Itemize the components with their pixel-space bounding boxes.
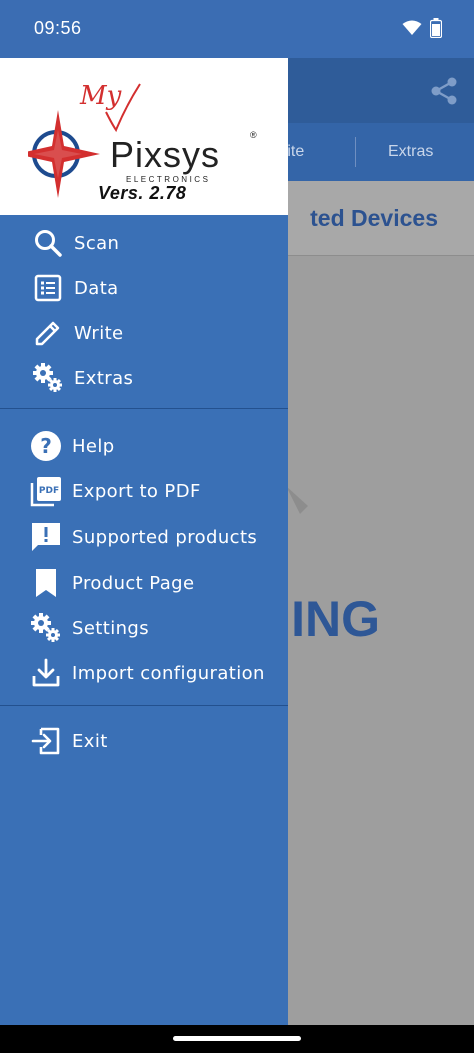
gears-icon — [32, 362, 64, 394]
menu-divider — [0, 408, 288, 409]
menu-label: Data — [74, 277, 119, 299]
battery-icon — [430, 18, 442, 38]
pencil-icon — [32, 317, 64, 349]
svg-text:PDF: PDF — [39, 486, 59, 496]
menu-item-help[interactable]: ? Help — [0, 424, 288, 468]
search-icon — [32, 227, 64, 259]
pdf-icon: PDF — [30, 475, 62, 507]
menu-item-extras[interactable]: Extras — [0, 356, 288, 400]
status-bar: 09:56 — [0, 0, 474, 58]
menu-divider — [0, 705, 288, 706]
status-icons — [402, 18, 442, 38]
menu-label: Help — [72, 435, 115, 457]
svg-text:®: ® — [250, 130, 257, 140]
magnifier-handle-icon — [286, 486, 308, 514]
status-time: 09:56 — [34, 18, 82, 38]
gears-icon — [30, 612, 62, 644]
menu-label: Scan — [74, 232, 120, 254]
svg-text:Pixsys: Pixsys — [110, 134, 220, 175]
menu-item-export-pdf[interactable]: PDF Export to PDF — [0, 469, 288, 513]
bookmark-icon — [30, 567, 62, 599]
menu-label: Exit — [72, 730, 108, 752]
app-status-text: ING — [291, 591, 380, 647]
help-icon: ? — [30, 430, 62, 462]
menu-item-scan[interactable]: Scan — [0, 221, 288, 265]
menu-item-write[interactable]: Write — [0, 311, 288, 355]
menu-label: Extras — [74, 367, 134, 389]
menu-label: Product Page — [72, 572, 195, 594]
drawer-header: My Pixsys ® ELECTRONICS Vers. 2.78 — [0, 58, 288, 215]
menu-item-import-configuration[interactable]: Import configuration — [0, 651, 288, 695]
navigation-drawer: My Pixsys ® ELECTRONICS Vers. 2.78 Scan … — [0, 58, 288, 1025]
home-gesture-handle[interactable] — [173, 1036, 301, 1041]
system-navigation-bar — [0, 1025, 474, 1053]
download-icon — [30, 657, 62, 689]
wifi-icon — [402, 20, 422, 35]
menu-item-data[interactable]: Data — [0, 266, 288, 310]
menu-label: Import configuration — [72, 662, 265, 684]
menu-label: Write — [74, 322, 124, 344]
menu-item-exit[interactable]: Exit — [0, 719, 288, 763]
menu-item-product-page[interactable]: Product Page — [0, 561, 288, 605]
alert-message-icon — [30, 521, 62, 553]
share-icon[interactable] — [428, 75, 460, 107]
menu-item-supported-products[interactable]: Supported products — [0, 515, 288, 559]
svg-text:?: ? — [40, 434, 52, 458]
list-icon — [32, 272, 64, 304]
app-version: Vers. 2.78 — [98, 183, 187, 203]
app-section-title: ted Devices — [310, 205, 438, 231]
menu-label: Supported products — [72, 526, 258, 548]
exit-icon — [30, 725, 62, 757]
tab-divider — [355, 137, 356, 167]
menu-item-settings[interactable]: Settings — [0, 606, 288, 650]
menu-label: Export to PDF — [72, 480, 201, 502]
tab-extras[interactable]: Extras — [388, 143, 433, 161]
menu-label: Settings — [72, 617, 150, 639]
svg-text:My: My — [79, 81, 122, 111]
